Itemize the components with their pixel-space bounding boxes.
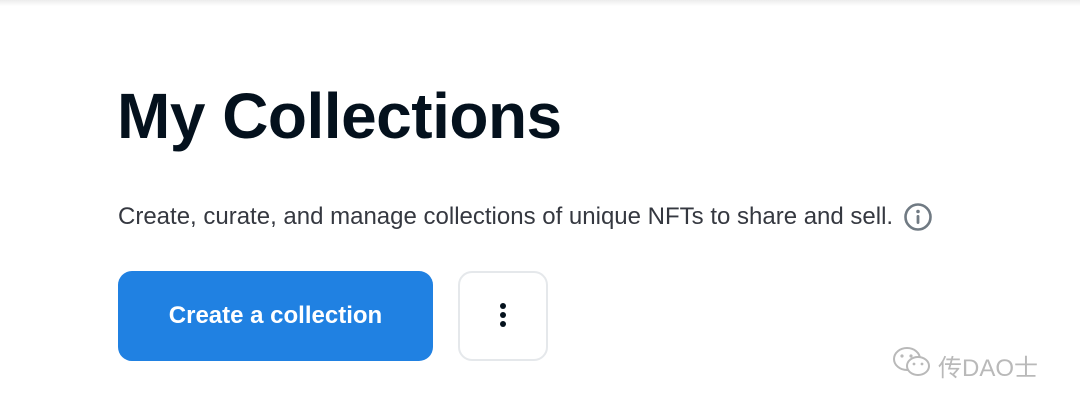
header-shadow <box>0 0 1080 6</box>
collections-page: My Collections Create, curate, and manag… <box>0 0 1080 410</box>
more-options-button[interactable] <box>458 271 548 361</box>
watermark-text: 传DAO士 <box>938 355 1039 382</box>
watermark: 传DAO士 <box>892 345 1038 386</box>
info-icon[interactable] <box>903 202 933 232</box>
create-collection-button[interactable]: Create a collection <box>118 271 433 361</box>
action-buttons: Create a collection <box>118 271 548 361</box>
page-title: My Collections <box>117 80 562 152</box>
more-vertical-icon <box>499 302 507 331</box>
create-collection-label: Create a collection <box>168 302 383 329</box>
description-row: Create, curate, and manage collections o… <box>118 200 933 234</box>
page-description: Create, curate, and manage collections o… <box>118 203 894 230</box>
wechat-icon <box>892 345 932 386</box>
